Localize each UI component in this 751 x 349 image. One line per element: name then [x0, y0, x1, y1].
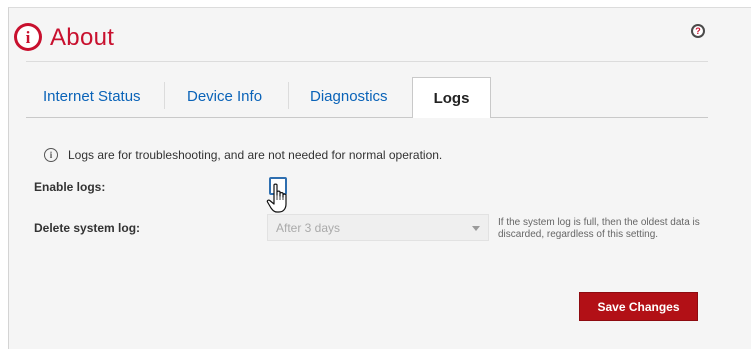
help-icon[interactable]: ? — [691, 24, 705, 38]
info-icon: i — [44, 148, 58, 162]
delete-log-label: Delete system log: — [34, 221, 141, 235]
tab-diagnostics[interactable]: Diagnostics — [310, 88, 388, 105]
delete-log-value: After 3 days — [276, 221, 341, 235]
enable-logs-label: Enable logs: — [34, 180, 106, 194]
tab-device-info[interactable]: Device Info — [187, 88, 262, 105]
tab-divider — [288, 82, 289, 109]
tabs-underline — [26, 117, 708, 118]
save-changes-button[interactable]: Save Changes — [579, 292, 698, 321]
hand-pointer-icon — [266, 183, 287, 213]
delete-log-select[interactable]: After 3 days — [267, 214, 489, 241]
delete-log-hint: If the system log is full, then the olde… — [498, 217, 700, 240]
info-circle-icon: i — [14, 23, 42, 51]
page-title: About — [50, 24, 115, 51]
tab-logs[interactable]: Logs — [412, 77, 491, 118]
info-message: Logs are for troubleshooting, and are no… — [68, 148, 443, 162]
tab-divider — [164, 82, 165, 109]
chevron-down-icon — [472, 226, 480, 231]
tab-internet-status[interactable]: Internet Status — [43, 88, 141, 105]
divider — [26, 61, 708, 62]
